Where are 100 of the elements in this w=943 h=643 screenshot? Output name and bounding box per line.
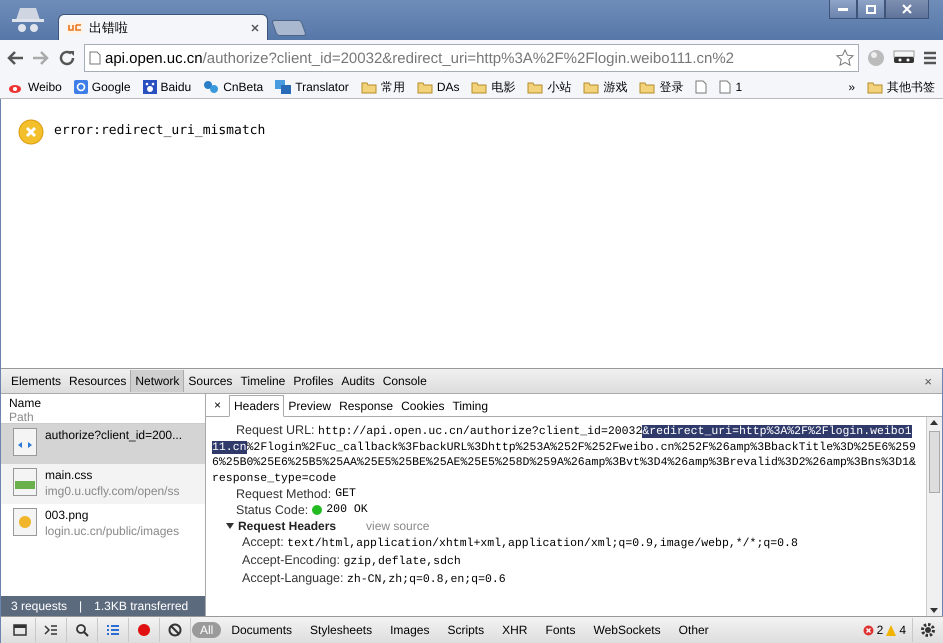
filter-button[interactable]: WebSockets — [586, 622, 669, 638]
bookmark-item[interactable]: Baidu — [142, 80, 192, 94]
request-name: main.css — [45, 468, 94, 482]
bookmark-item[interactable]: CnBeta — [203, 80, 264, 94]
detail-tab[interactable]: Preview — [284, 396, 336, 416]
bookmark-item[interactable]: Translator — [275, 80, 349, 94]
filter-button[interactable]: Fonts — [537, 622, 584, 638]
bookmark-folder[interactable]: 电影 — [471, 78, 516, 96]
request-method-value: GET — [335, 486, 356, 502]
settings-icon — [920, 622, 936, 638]
filter-button[interactable]: Other — [670, 622, 717, 638]
url-text: api.open.uc.cn/authorize?client_id=20032&redirect_uri=http%3A%2F%2Flogin.weibo111.cn%2 — [105, 50, 734, 66]
status-code-label: Status Code: — [236, 502, 308, 518]
path-column-label: Path — [9, 410, 34, 424]
filter-button[interactable]: Stylesheets — [302, 622, 380, 638]
bookmark-item[interactable] — [695, 80, 708, 94]
detail-tab[interactable]: Cookies — [397, 396, 448, 416]
devtools-tab[interactable]: Timeline — [236, 370, 290, 392]
scrollbar[interactable] — [926, 417, 942, 616]
filter-button[interactable]: Scripts — [439, 622, 492, 638]
page-icon — [89, 51, 101, 65]
request-count: 3 requests — [11, 599, 68, 613]
folder-icon — [360, 80, 377, 94]
folder-icon — [867, 80, 883, 94]
maximize-icon — [866, 4, 876, 14]
folder-icon — [471, 80, 488, 94]
back-arrow-icon — [6, 50, 24, 66]
devtools-tab[interactable]: Console — [378, 370, 431, 392]
request-method-label: Request Method: — [236, 486, 332, 502]
devtools-tab[interactable]: Sources — [184, 370, 236, 392]
section-title[interactable]: Request Headers — [238, 518, 336, 534]
minimize-button[interactable] — [829, 0, 857, 19]
css-file-icon — [13, 468, 37, 496]
filter-button[interactable]: Documents — [223, 622, 300, 638]
transfer-size: 1.3KB transferred — [94, 599, 188, 613]
globe-icon — [867, 49, 885, 67]
bookmark-folder[interactable]: 其他书签 — [867, 78, 935, 96]
filter-button[interactable]: Images — [382, 622, 438, 638]
bookmark-item[interactable]: 1 — [719, 80, 742, 94]
devtools-tab[interactable]: Resources — [65, 370, 130, 392]
bookmark-folder[interactable]: 常用 — [360, 78, 405, 96]
bookmark-folder[interactable]: DAs — [416, 80, 460, 94]
forward-arrow-icon — [32, 50, 50, 66]
error-count: 2 — [876, 623, 884, 637]
prompt-icon — [44, 624, 58, 636]
reload-icon — [58, 49, 76, 67]
detail-tab[interactable]: Timing — [448, 396, 492, 416]
header-entry: Accept-Encoding: gzip,deflate,sdch — [241, 552, 462, 570]
close-button[interactable] — [885, 0, 929, 19]
folder-icon — [639, 80, 656, 94]
page-icon — [719, 80, 732, 94]
header-entry: Accept-Language: zh-CN,zh;q=0.8,en;q=0.6 — [241, 570, 507, 588]
detail-tab[interactable]: Response — [335, 396, 398, 416]
error-message: error:redirect_uri_mismatch — [54, 123, 266, 138]
error-icon — [18, 119, 44, 145]
devtools-tab[interactable]: Elements — [7, 370, 66, 392]
browser-tab[interactable]: 出错啦 — [58, 14, 268, 40]
request-row[interactable]: main.css img0.u.ucfly.com/open/ss — [1, 464, 205, 504]
devtools-tab[interactable]: Audits — [337, 370, 379, 392]
page-icon — [695, 80, 708, 94]
bookmark-item[interactable]: Google — [74, 80, 130, 94]
header-entry: Accept: text/html,application/xhtml+xml,application/xml;q=0.9,image/webp,*/*;q=0.8 — [241, 534, 799, 552]
html-file-icon — [13, 428, 37, 456]
devtools-tab[interactable]: Network — [130, 370, 184, 392]
new-tab-button[interactable] — [271, 20, 307, 36]
dock-icon — [13, 624, 27, 636]
detail-tab[interactable]: Headers — [229, 395, 284, 417]
request-name: authorize?client_id=200... — [45, 428, 182, 442]
status-code-value: 200 OK — [326, 502, 368, 518]
request-path: login.uc.cn/public/images — [45, 524, 180, 538]
warning-icon — [886, 624, 896, 636]
devtools-tab[interactable]: Profiles — [289, 370, 338, 392]
maximize-button[interactable] — [857, 0, 885, 19]
bookmark-folder[interactable]: 登录 — [639, 78, 684, 96]
close-detail-button[interactable]: × — [214, 398, 222, 412]
image-file-icon — [13, 508, 37, 536]
uc-logo-icon — [67, 22, 83, 34]
folder-icon — [416, 80, 433, 94]
warning-count: 4 — [899, 623, 906, 637]
close-icon — [902, 4, 912, 14]
request-row[interactable]: authorize?client_id=200... — [1, 424, 205, 464]
scrollbar-thumb[interactable] — [929, 431, 940, 493]
address-field[interactable]: api.open.uc.cn/authorize?client_id=20032&redirect_uri=http%3A%2F%2Flogin.weibo111.cn%2 — [84, 44, 859, 72]
close-devtools-button[interactable]: × — [924, 374, 932, 388]
bookmark-item[interactable]: Weibo — [8, 80, 62, 94]
request-path: img0.u.ucfly.com/open/ss — [45, 484, 180, 498]
view-source-link[interactable]: view source — [366, 518, 430, 534]
bookmark-folder[interactable]: 游戏 — [583, 78, 628, 96]
error-count-icon — [862, 624, 874, 636]
folder-icon — [527, 80, 544, 94]
menu-icon — [923, 51, 937, 65]
separator-text: | — [79, 599, 82, 613]
request-name: 003.png — [45, 508, 90, 522]
bookmark-folder[interactable]: 小站 — [527, 78, 572, 96]
bookmarks-overflow[interactable]: » — [848, 80, 855, 94]
search-icon — [75, 623, 89, 637]
filter-button[interactable]: XHR — [494, 622, 536, 638]
close-icon — [251, 24, 259, 32]
block-icon — [168, 623, 182, 637]
name-column-label: Name — [9, 396, 42, 410]
